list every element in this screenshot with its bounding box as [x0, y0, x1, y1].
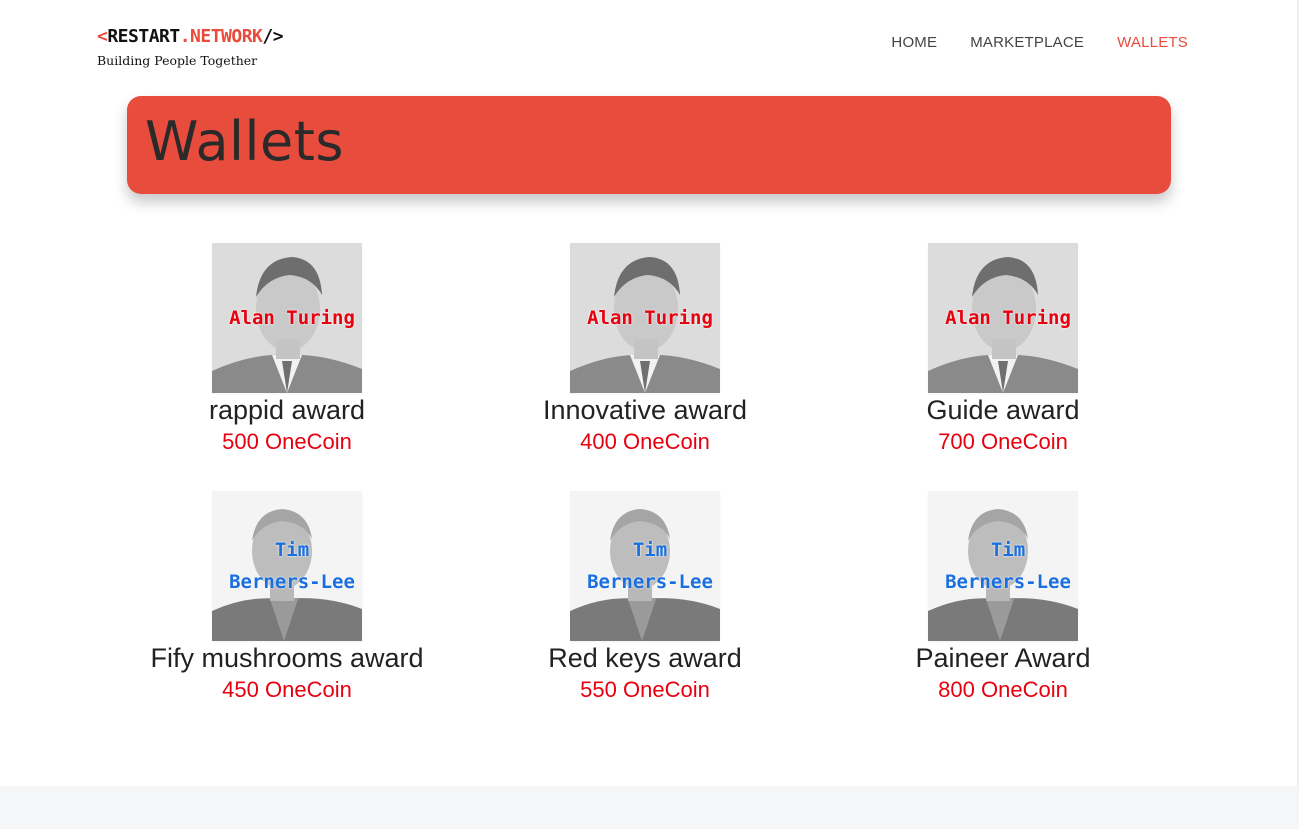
avatar-label-line2: Berners-Lee — [229, 571, 355, 593]
brand-name-b: .NETWORK — [179, 26, 263, 47]
avatar-label-line1: Alan Turing — [587, 307, 713, 329]
award-title: Fify mushrooms award — [150, 643, 424, 673]
avatar-label: Alan Turing — [212, 243, 362, 393]
award-amount: 450 OneCoin — [222, 677, 352, 702]
brand-name-a: RESTART — [107, 26, 180, 47]
avatar-label-line1: Alan Turing — [229, 307, 355, 329]
avatar-label-line1: Tim — [274, 539, 310, 561]
award-amount: 800 OneCoin — [938, 677, 1068, 702]
wallet-card[interactable]: Tim Berners-Lee Paineer Award 800 OneCoin — [843, 491, 1163, 703]
avatar-label: Tim Berners-Lee — [928, 491, 1078, 641]
page: <RESTART.NETWORK/> Building People Toget… — [0, 0, 1299, 829]
award-amount: 500 OneCoin — [222, 429, 352, 454]
award-amount: 400 OneCoin — [580, 429, 710, 454]
award-amount: 550 OneCoin — [580, 677, 710, 702]
award-title: rappid award — [208, 395, 366, 425]
avatar-label-line1: Tim — [990, 539, 1026, 561]
brand-wordmark: <RESTART.NETWORK/> — [97, 26, 284, 48]
avatar-turing: Alan Turing — [212, 243, 362, 393]
avatar-label-line2: Berners-Lee — [587, 571, 713, 593]
page-banner: Wallets — [127, 96, 1171, 194]
avatar-label: Alan Turing — [570, 243, 720, 393]
wallet-card[interactable]: Alan Turing Guide award 700 OneCoin — [843, 243, 1163, 455]
award-amount: 700 OneCoin — [938, 429, 1068, 454]
avatar-turing: Alan Turing — [570, 243, 720, 393]
wallet-card[interactable]: Alan Turing Innovative award 400 OneCoin — [485, 243, 805, 455]
wallet-card[interactable]: Tim Berners-Lee Fify mushrooms award 450 … — [127, 491, 447, 703]
avatar-label-line2: Berners-Lee — [945, 571, 1071, 593]
avatar-label-line1: Tim — [632, 539, 668, 561]
award-title: Paineer Award — [915, 643, 1091, 673]
award-title: Innovative award — [542, 395, 748, 425]
avatar-label: Alan Turing — [928, 243, 1078, 393]
avatar-label: Tim Berners-Lee — [212, 491, 362, 641]
avatar-berners-lee: Tim Berners-Lee — [928, 491, 1078, 641]
nav-wallets[interactable]: WALLETS — [1117, 34, 1188, 51]
brand-tagline: Building People Together — [97, 53, 258, 68]
brand-prefix: < — [97, 26, 108, 47]
award-title: Guide award — [926, 395, 1080, 425]
wallet-card[interactable]: Alan Turing rappid award 500 OneCoin — [127, 243, 447, 455]
avatar-berners-lee: Tim Berners-Lee — [570, 491, 720, 641]
avatar-berners-lee: Tim Berners-Lee — [212, 491, 362, 641]
brand-suffix: /> — [262, 26, 284, 47]
page-title: Wallets — [145, 110, 345, 173]
wallet-card[interactable]: Tim Berners-Lee Red keys award 550 OneCoi… — [485, 491, 805, 703]
brand-logo[interactable]: <RESTART.NETWORK/> Building People Toget… — [97, 26, 284, 68]
avatar-turing: Alan Turing — [928, 243, 1078, 393]
main-nav: HOME MARKETPLACE WALLETS — [891, 34, 1188, 51]
footer — [0, 786, 1299, 829]
award-title: Red keys award — [548, 643, 742, 673]
nav-home[interactable]: HOME — [891, 34, 937, 51]
avatar-label-line1: Alan Turing — [945, 307, 1071, 329]
avatar-label: Tim Berners-Lee — [570, 491, 720, 641]
nav-marketplace[interactable]: MARKETPLACE — [970, 34, 1084, 51]
